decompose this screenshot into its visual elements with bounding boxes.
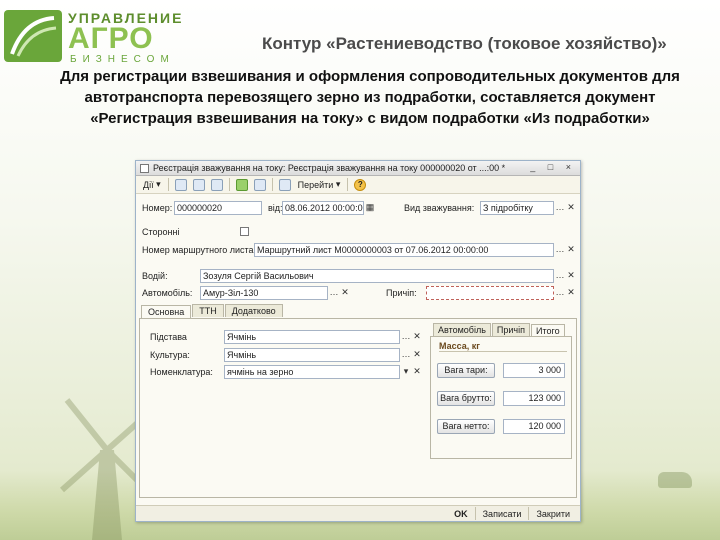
- third-party-checkbox[interactable]: [240, 227, 249, 236]
- tare-weight-field[interactable]: 3 000: [503, 363, 565, 378]
- goto-label: Перейти: [297, 179, 334, 190]
- driver-field[interactable]: Зозуля Сергій Васильович: [200, 269, 554, 283]
- form-footer: OK Записати Закрити: [136, 505, 580, 521]
- logo-text-main: АГРО: [68, 22, 154, 55]
- third-party-label: Сторонні: [142, 227, 180, 237]
- save-button[interactable]: Записати: [479, 509, 526, 519]
- clear-icon[interactable]: ✕: [565, 286, 577, 300]
- tab-vehicle[interactable]: Автомобіль: [433, 323, 491, 336]
- save-icon[interactable]: [174, 178, 187, 191]
- car-label: Автомобіль:: [142, 288, 193, 298]
- toolbar-separator: [167, 178, 169, 191]
- culture-label: Культура:: [150, 350, 190, 360]
- number-label: Номер:: [142, 203, 173, 213]
- culture-field[interactable]: Ячмінь: [224, 348, 400, 362]
- clear-icon[interactable]: ✕: [411, 365, 423, 379]
- mass-group-title: Масса, кг: [439, 341, 480, 351]
- footer-separator: [474, 507, 476, 520]
- route-sheet-field[interactable]: Маршрутний лист М0000000003 от 07.06.201…: [254, 243, 554, 257]
- clear-icon[interactable]: ✕: [565, 269, 577, 283]
- document-icon: [140, 164, 149, 173]
- clear-icon[interactable]: ✕: [411, 330, 423, 344]
- window-titlebar[interactable]: Реєстрація зважування на току: Реєстраці…: [136, 161, 580, 176]
- logo-text-bottom: БИЗНЕСОМ: [70, 54, 175, 65]
- gross-weight-field[interactable]: 123 000: [503, 391, 565, 406]
- slide-title: Контур «Растениеводство (токовое хозяйст…: [262, 34, 667, 53]
- post-icon[interactable]: [192, 178, 205, 191]
- tab-trailer[interactable]: Причіп: [491, 323, 530, 336]
- toolbar-separator: [228, 178, 230, 191]
- car-field[interactable]: Амур-Зіл-130: [200, 286, 328, 300]
- driver-label: Водій:: [142, 271, 168, 281]
- basis-label: Підстава: [150, 332, 187, 342]
- date-field[interactable]: 08.06.2012 00:00:00: [282, 201, 364, 215]
- toolbar: Дії ▾ Перейти ▾ ?: [136, 176, 580, 194]
- clear-icon[interactable]: ✕: [565, 201, 577, 215]
- footer-separator: [528, 507, 530, 520]
- tab-main[interactable]: Основна: [141, 305, 192, 318]
- logo-emblem: [4, 10, 62, 62]
- movements-icon[interactable]: [253, 178, 266, 191]
- total-tab-panel: Масса, кг Вага тари: 3 000 Вага брутто: …: [430, 336, 572, 459]
- close-button[interactable]: Закрити: [532, 509, 574, 519]
- structure-icon[interactable]: [235, 178, 248, 191]
- window-controls[interactable]: _ □ ×: [530, 162, 576, 172]
- tab-additional[interactable]: Додатково: [224, 304, 283, 317]
- refresh-icon[interactable]: [210, 178, 223, 191]
- clear-icon[interactable]: ✕: [339, 286, 351, 300]
- clear-icon[interactable]: ✕: [565, 243, 577, 257]
- weighing-kind-label: Вид зважування:: [404, 203, 475, 213]
- toolbar-separator: [271, 178, 273, 191]
- main-tabs: Основна ТТН Додатково: [141, 304, 284, 318]
- clear-icon[interactable]: ✕: [411, 348, 423, 362]
- net-weight-field[interactable]: 120 000: [503, 419, 565, 434]
- print-icon[interactable]: [278, 178, 291, 191]
- document-window: Реєстрація зважування на току: Реєстраці…: [135, 160, 581, 522]
- cow-silhouette: [658, 472, 692, 488]
- tab-ttn[interactable]: ТТН: [192, 304, 224, 317]
- mass-group-divider: [439, 351, 567, 352]
- number-field[interactable]: 000000020: [174, 201, 262, 215]
- window-title: Реєстрація зважування на току: Реєстраці…: [153, 163, 506, 173]
- nomenclature-label: Номенклатура:: [150, 367, 213, 377]
- date-label: від:: [268, 203, 283, 213]
- actions-label: Дії: [143, 179, 154, 190]
- toolbar-separator: [347, 178, 349, 191]
- basis-field[interactable]: Ячмінь: [224, 330, 400, 344]
- weighing-kind-field[interactable]: З підробітку: [480, 201, 554, 215]
- route-sheet-label: Номер маршрутного листа:: [142, 245, 257, 255]
- trailer-field[interactable]: [426, 286, 554, 300]
- nomenclature-field[interactable]: ячмінь на зерно: [224, 365, 400, 379]
- calendar-icon[interactable]: ▦: [364, 201, 376, 215]
- gross-weight-button[interactable]: Вага брутто:: [437, 391, 495, 406]
- trailer-label: Причіп:: [386, 288, 417, 298]
- vehicle-tabs: Автомобіль Причіп Итого: [433, 323, 566, 337]
- tare-weight-button[interactable]: Вага тари:: [437, 363, 495, 378]
- ok-button[interactable]: OK: [450, 509, 472, 519]
- actions-menu[interactable]: Дії ▾: [139, 179, 165, 190]
- agro-business-logo: УПРАВЛЕНИЕ АГРО БИЗНЕСОМ: [4, 6, 204, 65]
- net-weight-button[interactable]: Вага нетто:: [437, 419, 495, 434]
- slide-headline: Для регистрации взвешивания и оформления…: [60, 68, 680, 127]
- goto-menu[interactable]: Перейти ▾: [294, 179, 345, 190]
- help-icon[interactable]: ?: [354, 178, 367, 191]
